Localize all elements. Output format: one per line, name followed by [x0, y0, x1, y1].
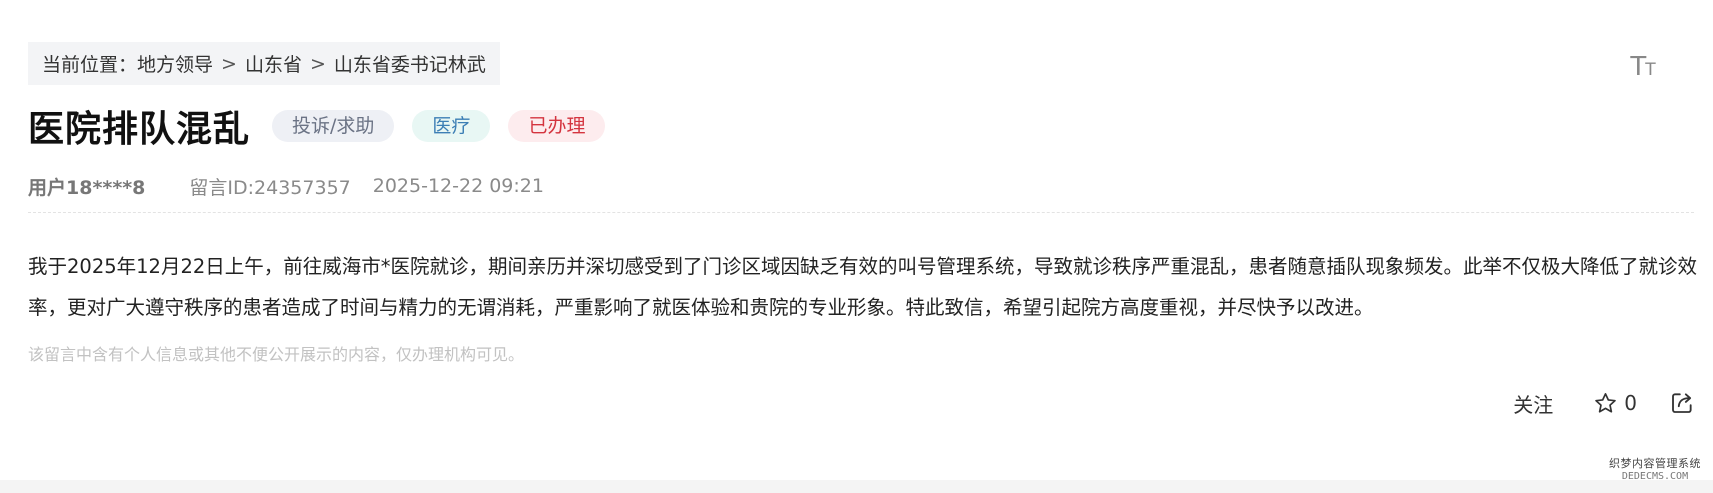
share-icon — [1672, 393, 1692, 413]
star-count: 0 — [1624, 391, 1637, 415]
status-badge: 已办理 — [508, 110, 606, 142]
timestamp: 2025-12-22 09:21 — [372, 175, 544, 197]
message-title: 医院排队混乱 — [28, 109, 251, 150]
breadcrumb-prefix: 当前位置： — [42, 54, 138, 76]
site-watermark: 织梦内容管理系统 DEDECMS.COM — [1602, 457, 1708, 483]
share-button[interactable] — [1669, 390, 1695, 416]
breadcrumb-separator: > — [309, 52, 326, 75]
breadcrumb-item-region[interactable]: 地方领导 — [137, 50, 213, 77]
font-size-toggle-button[interactable]: TT — [1628, 52, 1658, 80]
author-name: 用户18****8 — [28, 176, 146, 199]
font-size-large-glyph: T — [1630, 52, 1647, 82]
message-id: 留言ID:24357357 — [189, 176, 351, 199]
breadcrumb-separator: > — [221, 52, 237, 75]
message-meta: 用户18****8 留言ID:24357357 2025-12-22 09:21 — [28, 172, 544, 200]
message-body: 我于2025年12月22日上午，前往威海市*医院就诊，期间亲历并深切感受到了门诊… — [28, 255, 1698, 319]
follow-button[interactable]: 关注 — [1513, 389, 1553, 418]
breadcrumb: 当前位置： 地方领导 > 山东省 > 山东省委书记林武 — [28, 42, 500, 85]
message-detail-page: 当前位置： 地方领导 > 山东省 > 山东省委书记林武 TT 医院排队混乱 投诉… — [0, 0, 1713, 493]
tag-field: 医疗 — [412, 110, 491, 142]
privacy-notice: 该留言中含有个人信息或其他不便公开展示的内容，仅办理机构可见。 — [28, 345, 525, 364]
footer-band — [0, 480, 1713, 493]
divider — [28, 212, 1694, 213]
breadcrumb-item-province[interactable]: 山东省 — [245, 50, 302, 77]
action-bar: 关注 0 — [1500, 385, 1695, 421]
tag-message-type: 投诉/求助 — [272, 110, 395, 142]
watermark-line1: 织梦内容管理系统 — [1609, 457, 1701, 470]
star-button[interactable]: 0 — [1593, 391, 1637, 416]
star-icon — [1595, 392, 1617, 413]
watermark-line2: DEDECMS.COM — [1621, 471, 1689, 482]
breadcrumb-item-leader[interactable]: 山东省委书记林武 — [334, 50, 486, 77]
font-size-small-glyph: T — [1645, 60, 1656, 80]
title-row: 医院排队混乱 投诉/求助 医疗 已办理 — [28, 101, 623, 151]
